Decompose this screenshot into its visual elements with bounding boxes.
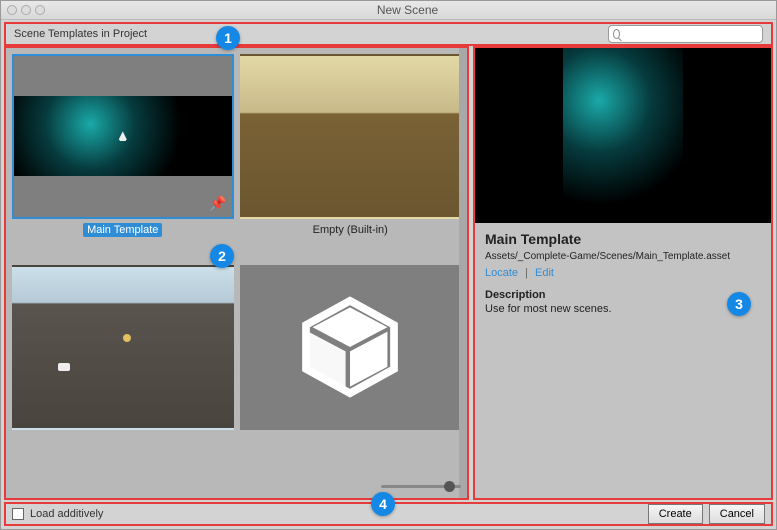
template-thumb[interactable] bbox=[240, 265, 462, 430]
template-thumb[interactable] bbox=[240, 54, 462, 219]
minimize-window-icon[interactable] bbox=[21, 5, 31, 15]
footer-bar: Load additively Create Cancel 4 bbox=[4, 502, 773, 526]
callout-4: 4 bbox=[371, 492, 395, 516]
template-card-4[interactable] bbox=[240, 265, 462, 470]
details-links: Locate | Edit bbox=[485, 267, 761, 279]
template-card-empty[interactable]: Empty (Built-in) bbox=[240, 54, 462, 259]
nebula-preview-icon bbox=[14, 96, 232, 176]
content-area: 📌 Main Template Empty (Built-in) bbox=[1, 46, 776, 500]
light-object-icon bbox=[123, 334, 131, 342]
thumbnail-size-row bbox=[6, 476, 467, 498]
template-grid-panel: 📌 Main Template Empty (Built-in) bbox=[4, 46, 469, 500]
rocket-icon bbox=[119, 131, 127, 141]
template-label: Main Template bbox=[83, 223, 162, 237]
load-additively-checkbox[interactable] bbox=[12, 508, 24, 520]
new-scene-window: New Scene Scene Templates in Project 1 📌… bbox=[0, 0, 777, 530]
titlebar: New Scene bbox=[1, 1, 776, 20]
callout-1: 1 bbox=[216, 26, 240, 50]
slider-knob-icon[interactable] bbox=[444, 481, 455, 492]
maximize-window-icon[interactable] bbox=[35, 5, 45, 15]
callout-2: 2 bbox=[210, 244, 234, 268]
template-label: Empty (Built-in) bbox=[309, 223, 392, 237]
search-input[interactable] bbox=[620, 28, 758, 39]
scrollbar[interactable] bbox=[459, 48, 467, 476]
search-icon bbox=[613, 29, 620, 39]
unity-logo-icon bbox=[295, 292, 405, 402]
window-controls bbox=[7, 5, 45, 15]
details-body: Main Template Assets/_Complete-Game/Scen… bbox=[475, 223, 771, 323]
cancel-button[interactable]: Cancel bbox=[709, 504, 765, 524]
nebula-preview-icon bbox=[563, 48, 683, 223]
template-card-main[interactable]: 📌 Main Template bbox=[12, 54, 234, 259]
details-panel: Main Template Assets/_Complete-Game/Scen… bbox=[473, 46, 773, 500]
description-heading: Description bbox=[485, 289, 761, 301]
header-label: Scene Templates in Project bbox=[14, 28, 147, 40]
footer-buttons: Create Cancel bbox=[648, 504, 765, 524]
template-thumb[interactable] bbox=[12, 265, 234, 430]
details-title: Main Template bbox=[485, 231, 761, 247]
window-title: New Scene bbox=[45, 3, 770, 17]
template-label bbox=[346, 434, 354, 436]
ground-object-icon bbox=[58, 363, 70, 371]
pin-icon[interactable]: 📌 bbox=[209, 195, 226, 212]
template-label bbox=[119, 434, 127, 436]
search-field[interactable] bbox=[608, 25, 763, 43]
locate-link[interactable]: Locate bbox=[485, 267, 518, 279]
thumbnail-size-slider[interactable] bbox=[381, 485, 461, 488]
details-asset-path: Assets/_Complete-Game/Scenes/Main_Templa… bbox=[485, 251, 761, 262]
edit-link[interactable]: Edit bbox=[535, 267, 554, 279]
load-additively-label: Load additively bbox=[30, 508, 103, 520]
create-button[interactable]: Create bbox=[648, 504, 703, 524]
header-bar: Scene Templates in Project 1 bbox=[4, 22, 773, 46]
callout-3: 3 bbox=[727, 292, 751, 316]
template-grid[interactable]: 📌 Main Template Empty (Built-in) bbox=[6, 48, 467, 476]
template-card-3[interactable] bbox=[12, 265, 234, 470]
link-separator: | bbox=[525, 267, 528, 279]
description-text: Use for most new scenes. bbox=[485, 303, 761, 315]
close-window-icon[interactable] bbox=[7, 5, 17, 15]
template-thumb[interactable]: 📌 bbox=[12, 54, 234, 219]
details-preview bbox=[475, 48, 771, 223]
